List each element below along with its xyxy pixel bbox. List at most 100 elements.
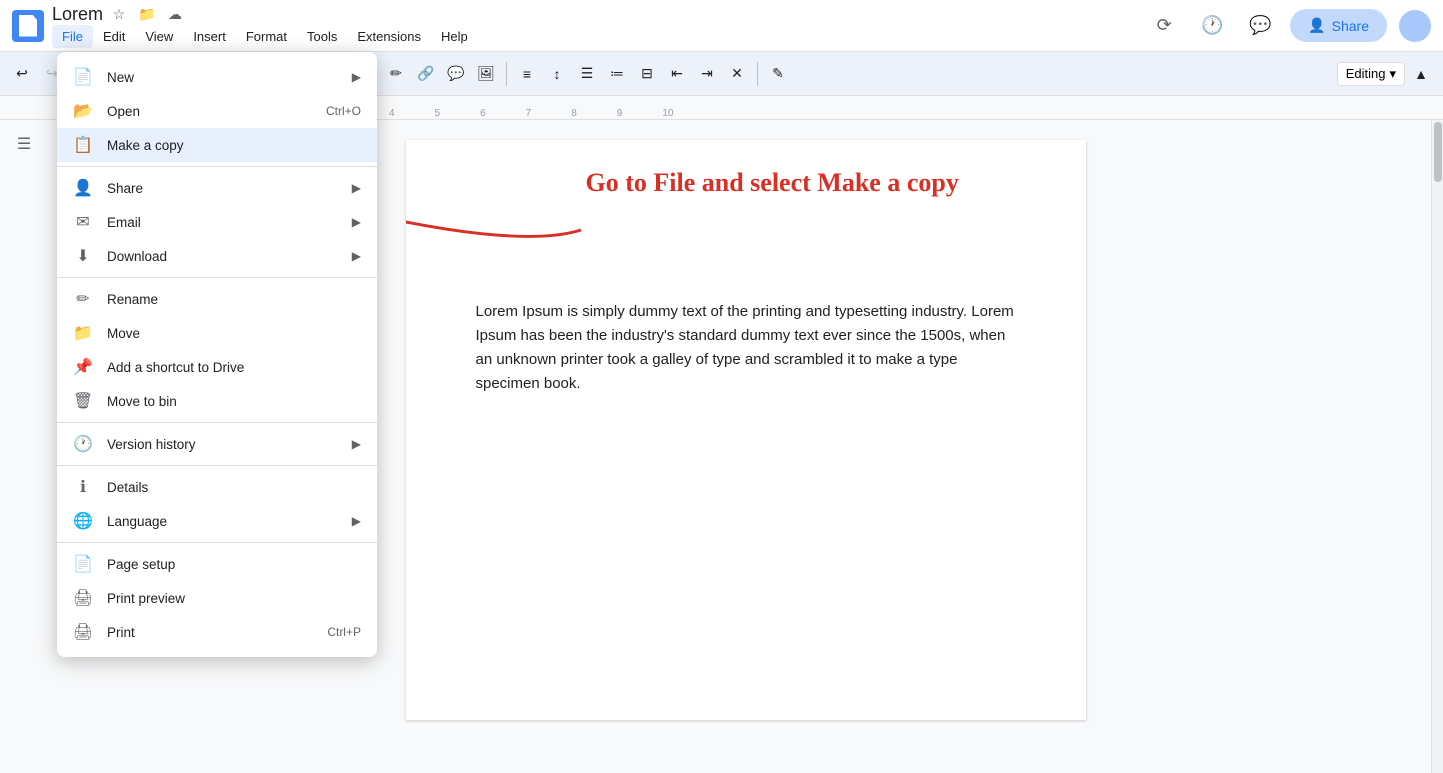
menu-extensions[interactable]: Extensions — [347, 25, 431, 48]
top-bar: Lorem ☆ 📁 ☁ File Edit View Insert Format… — [0, 0, 1443, 52]
comment-icon[interactable]: 💬 — [1242, 8, 1278, 44]
open-shortcut: Ctrl+O — [326, 104, 361, 118]
app-logo — [12, 10, 44, 42]
cloud-icon[interactable]: ☁ — [165, 4, 185, 24]
annotation-text: Go to File and select Make a copy — [586, 168, 959, 198]
share-button[interactable]: 👤 Share — [1290, 9, 1387, 42]
menu-section-3: ✏ Rename 📁 Move 📌 Add a shortcut to Driv… — [57, 277, 377, 420]
doc-page: Go to File and select Make a copy Lorem … — [406, 140, 1086, 720]
menu-item-new[interactable]: 📄 New ▶ — [57, 60, 377, 94]
number-list-button[interactable]: ⊟ — [633, 60, 661, 88]
menu-item-add-shortcut[interactable]: 📌 Add a shortcut to Drive — [57, 350, 377, 384]
link-button[interactable]: 🔗 — [412, 60, 440, 88]
email-arrow: ▶ — [352, 215, 361, 229]
details-icon: ℹ — [73, 477, 93, 497]
clock-icon[interactable]: 🕐 — [1194, 8, 1230, 44]
scrollbar-thumb[interactable] — [1434, 122, 1442, 182]
edit-icon: ✎ — [764, 60, 792, 88]
menu-help[interactable]: Help — [431, 25, 478, 48]
editing-chevron: ▾ — [1389, 66, 1396, 82]
open-label: Open — [107, 104, 312, 119]
line-spacing-button[interactable]: ↕ — [543, 60, 571, 88]
menu-item-share[interactable]: 👤 Share ▶ — [57, 171, 377, 205]
toolbar-separator-5 — [757, 62, 758, 86]
download-arrow: ▶ — [352, 249, 361, 263]
undo-button[interactable]: ↩ — [8, 60, 36, 88]
indent-increase-button[interactable]: ⇥ — [693, 60, 721, 88]
align-button[interactable]: ≡ — [513, 60, 541, 88]
bin-icon: 🗑 — [73, 391, 93, 411]
toolbar-separator-4 — [506, 62, 507, 86]
menu-section-1: 📄 New ▶ 📂 Open Ctrl+O 📋 Make a copy — [57, 58, 377, 164]
menu-insert[interactable]: Insert — [183, 25, 236, 48]
new-arrow: ▶ — [352, 70, 361, 84]
menu-item-language[interactable]: 🌐 Language ▶ — [57, 504, 377, 538]
highlight-button[interactable]: ✏ — [382, 60, 410, 88]
file-dropdown-menu: 📄 New ▶ 📂 Open Ctrl+O 📋 Make a copy 👤 Sh… — [57, 52, 377, 657]
search-history-icon[interactable]: ⟳ — [1146, 8, 1182, 44]
doc-body-text[interactable]: Lorem Ipsum is simply dummy text of the … — [476, 300, 1016, 396]
collapse-toolbar-button[interactable]: ▲ — [1407, 60, 1435, 88]
shortcut-icon: 📌 — [73, 357, 93, 377]
menu-item-email[interactable]: ✉ Email ▶ — [57, 205, 377, 239]
folder-icon[interactable]: 📁 — [137, 4, 157, 24]
menu-item-page-setup[interactable]: 📄 Page setup — [57, 547, 377, 581]
menu-item-make-copy[interactable]: 📋 Make a copy — [57, 128, 377, 162]
download-label: Download — [107, 249, 338, 264]
editing-mode-button[interactable]: Editing ▾ — [1337, 62, 1405, 86]
menu-tools[interactable]: Tools — [297, 25, 347, 48]
user-avatar[interactable] — [1399, 10, 1431, 42]
menu-item-move-to-bin[interactable]: 🗑 Move to bin — [57, 384, 377, 418]
star-icon[interactable]: ☆ — [109, 4, 129, 24]
checklist-button[interactable]: ☰ — [573, 60, 601, 88]
menu-section-2: 👤 Share ▶ ✉ Email ▶ ⬇ Download ▶ — [57, 166, 377, 275]
share-label: Share — [1332, 18, 1369, 34]
open-icon: 📂 — [73, 101, 93, 121]
menu-item-version-history[interactable]: 🕐 Version history ▶ — [57, 427, 377, 461]
menu-format[interactable]: Format — [236, 25, 297, 48]
page-setup-label: Page setup — [107, 557, 361, 572]
menu-edit[interactable]: Edit — [93, 25, 135, 48]
language-arrow: ▶ — [352, 514, 361, 528]
editing-label: Editing — [1346, 66, 1386, 81]
indent-decrease-button[interactable]: ⇤ — [663, 60, 691, 88]
title-area: Lorem ☆ 📁 ☁ File Edit View Insert Format… — [52, 4, 1138, 48]
share-person-icon: 👤 — [1308, 17, 1325, 34]
menu-view[interactable]: View — [135, 25, 183, 48]
top-right: ⟳ 🕐 💬 👤 Share — [1146, 8, 1431, 44]
title-icons: ☆ 📁 ☁ — [109, 4, 185, 24]
move-label: Move — [107, 326, 361, 341]
share-arrow: ▶ — [352, 181, 361, 195]
menu-item-move[interactable]: 📁 Move — [57, 316, 377, 350]
new-label: New — [107, 70, 338, 85]
email-icon: ✉ — [73, 212, 93, 232]
menu-file[interactable]: File — [52, 25, 93, 48]
print-preview-icon: 🖨 — [73, 588, 93, 608]
comment-button[interactable]: 💬 — [442, 60, 470, 88]
menu-item-open[interactable]: 📂 Open Ctrl+O — [57, 94, 377, 128]
menu-item-details[interactable]: ℹ Details — [57, 470, 377, 504]
move-icon: 📁 — [73, 323, 93, 343]
menu-bar: File Edit View Insert Format Tools Exten… — [52, 25, 1138, 48]
move-to-bin-label: Move to bin — [107, 394, 361, 409]
bullet-list-button[interactable]: ≔ — [603, 60, 631, 88]
new-doc-icon: 📄 — [73, 67, 93, 87]
clear-format-button[interactable]: ✕ — [723, 60, 751, 88]
scrollbar[interactable] — [1431, 120, 1443, 773]
download-icon: ⬇ — [73, 246, 93, 266]
menu-item-print[interactable]: 🖨 Print Ctrl+P — [57, 615, 377, 649]
menu-item-print-preview[interactable]: 🖨 Print preview — [57, 581, 377, 615]
menu-section-6: 📄 Page setup 🖨 Print preview 🖨 Print Ctr… — [57, 542, 377, 651]
print-preview-label: Print preview — [107, 591, 361, 606]
rename-icon: ✏ — [73, 289, 93, 309]
add-shortcut-label: Add a shortcut to Drive — [107, 360, 361, 375]
email-label: Email — [107, 215, 338, 230]
copy-icon: 📋 — [73, 135, 93, 155]
doc-title: Lorem — [52, 4, 103, 25]
menu-item-download[interactable]: ⬇ Download ▶ — [57, 239, 377, 273]
menu-item-rename[interactable]: ✏ Rename — [57, 282, 377, 316]
rename-label: Rename — [107, 292, 361, 307]
image-button[interactable]: 🖼 — [472, 60, 500, 88]
page-setup-icon: 📄 — [73, 554, 93, 574]
sidebar-outline-icon[interactable]: ☰ — [8, 128, 40, 160]
